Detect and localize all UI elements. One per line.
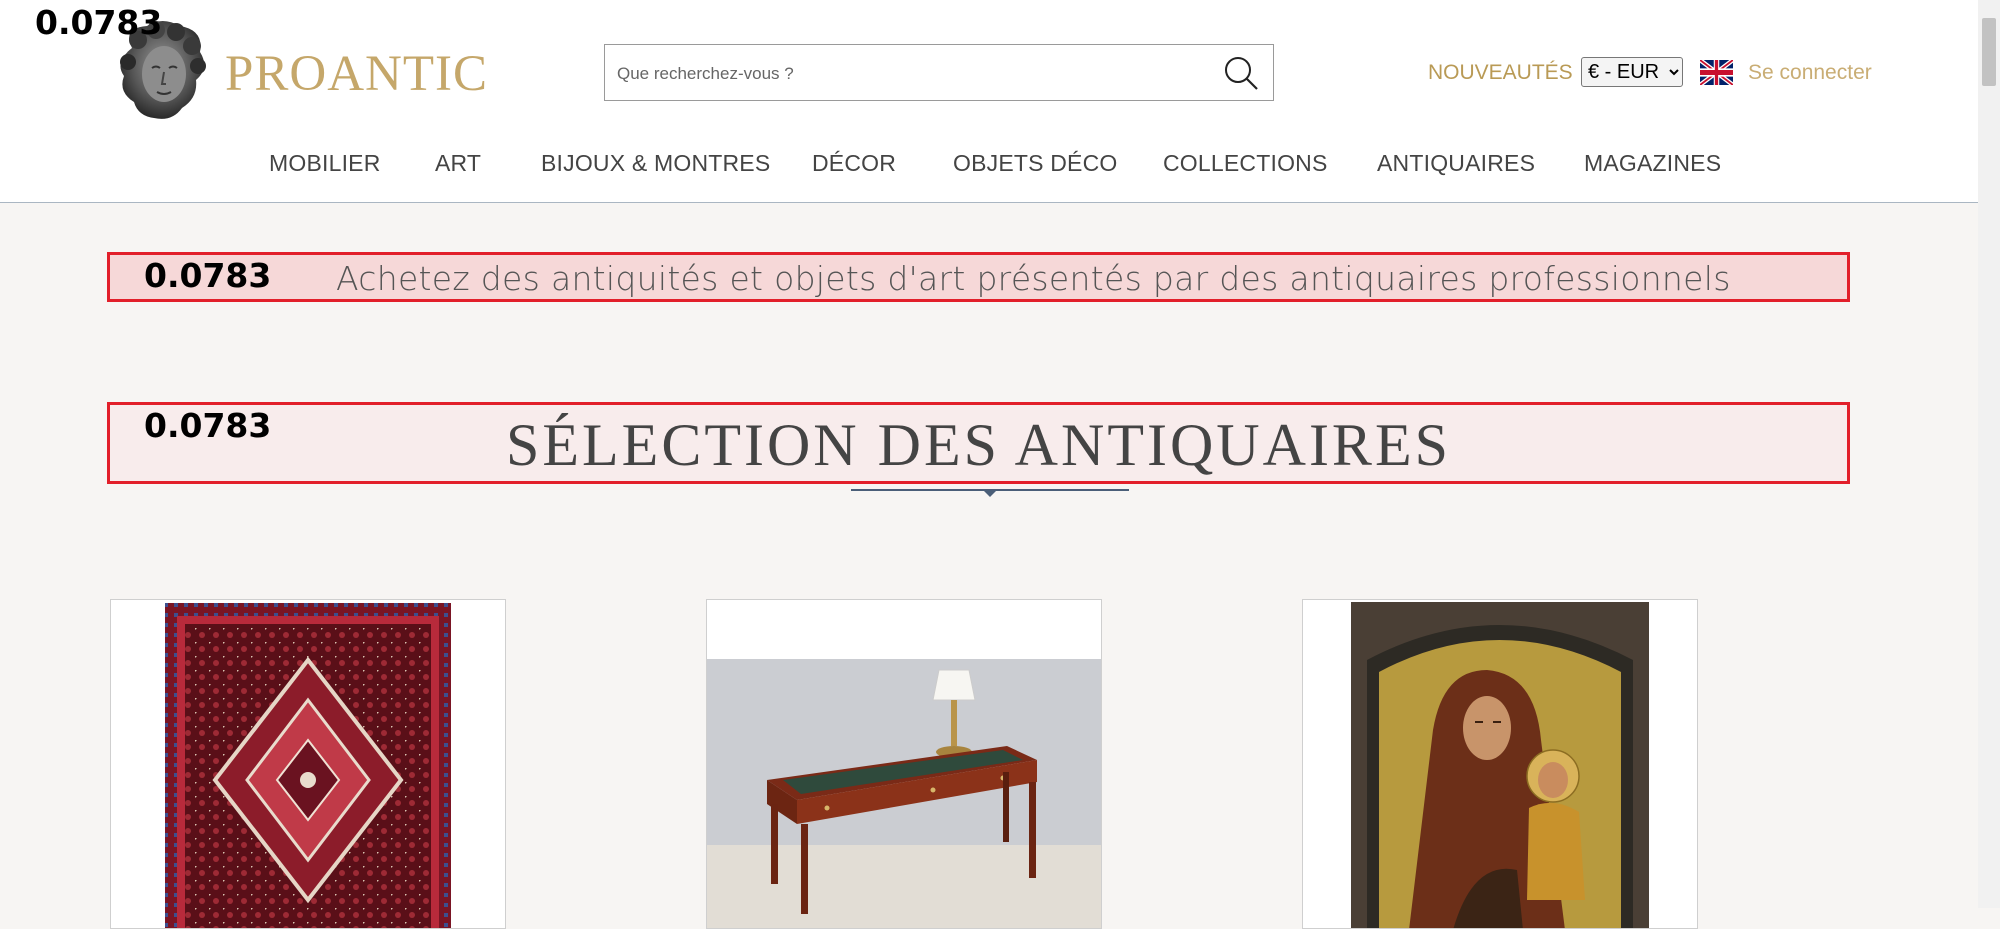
section-heading-banner: 0.0783 SÉLECTION DES ANTIQUAIRES: [107, 402, 1850, 484]
nav-item-collections[interactable]: COLLECTIONS: [1163, 146, 1328, 180]
debug-score-label: 0.0783: [144, 406, 272, 445]
login-link[interactable]: Se connecter: [1748, 60, 1872, 86]
product-card-icon-painting[interactable]: [1302, 599, 1698, 929]
site-header: 0.0783 PROANTIC NOUVEAUTÉS € - EUR: [0, 0, 1978, 203]
nav-item-bijoux-montres[interactable]: BIJOUX & MONTRES: [541, 146, 770, 180]
page-scrollbar[interactable]: [1978, 0, 2000, 908]
product-card-rug[interactable]: [110, 599, 506, 929]
nav-item-antiquaires[interactable]: ANTIQUAIRES: [1377, 146, 1535, 180]
search-input[interactable]: [615, 45, 1199, 102]
section-title: SÉLECTION DES ANTIQUAIRES: [506, 412, 1451, 478]
tagline-text: Achetez des antiquités et objets d'art p…: [336, 259, 1731, 298]
nouveautes-link[interactable]: NOUVEAUTÉS: [1428, 60, 1573, 86]
uk-flag-icon[interactable]: [1700, 60, 1733, 85]
debug-score-label: 0.0783: [144, 256, 272, 295]
nav-item-magazines[interactable]: MAGAZINES: [1584, 146, 1721, 180]
main-nav: MOBILIER ART BIJOUX & MONTRES DÉCOR OBJE…: [0, 146, 1978, 180]
section-divider-icon: [851, 489, 1129, 497]
nav-item-mobilier[interactable]: MOBILIER: [269, 146, 381, 180]
persian-rug-image: [111, 600, 505, 928]
tagline-banner: 0.0783 Achetez des antiquités et objets …: [107, 252, 1850, 302]
nav-item-decor[interactable]: DÉCOR: [812, 146, 896, 180]
debug-score-label: 0.0783: [35, 3, 163, 42]
search-icon[interactable]: [1223, 55, 1259, 91]
nav-item-objets-deco[interactable]: OBJETS DÉCO: [953, 146, 1118, 180]
currency-select[interactable]: € - EUR: [1581, 57, 1683, 87]
product-card-desk[interactable]: [706, 599, 1102, 929]
scrollbar-thumb[interactable]: [1982, 18, 1996, 86]
antique-desk-image: [707, 600, 1101, 928]
search-bar: [604, 44, 1274, 102]
nav-item-art[interactable]: ART: [435, 146, 481, 180]
madonna-painting-image: [1303, 600, 1697, 928]
brand-name[interactable]: PROANTIC: [225, 44, 488, 104]
